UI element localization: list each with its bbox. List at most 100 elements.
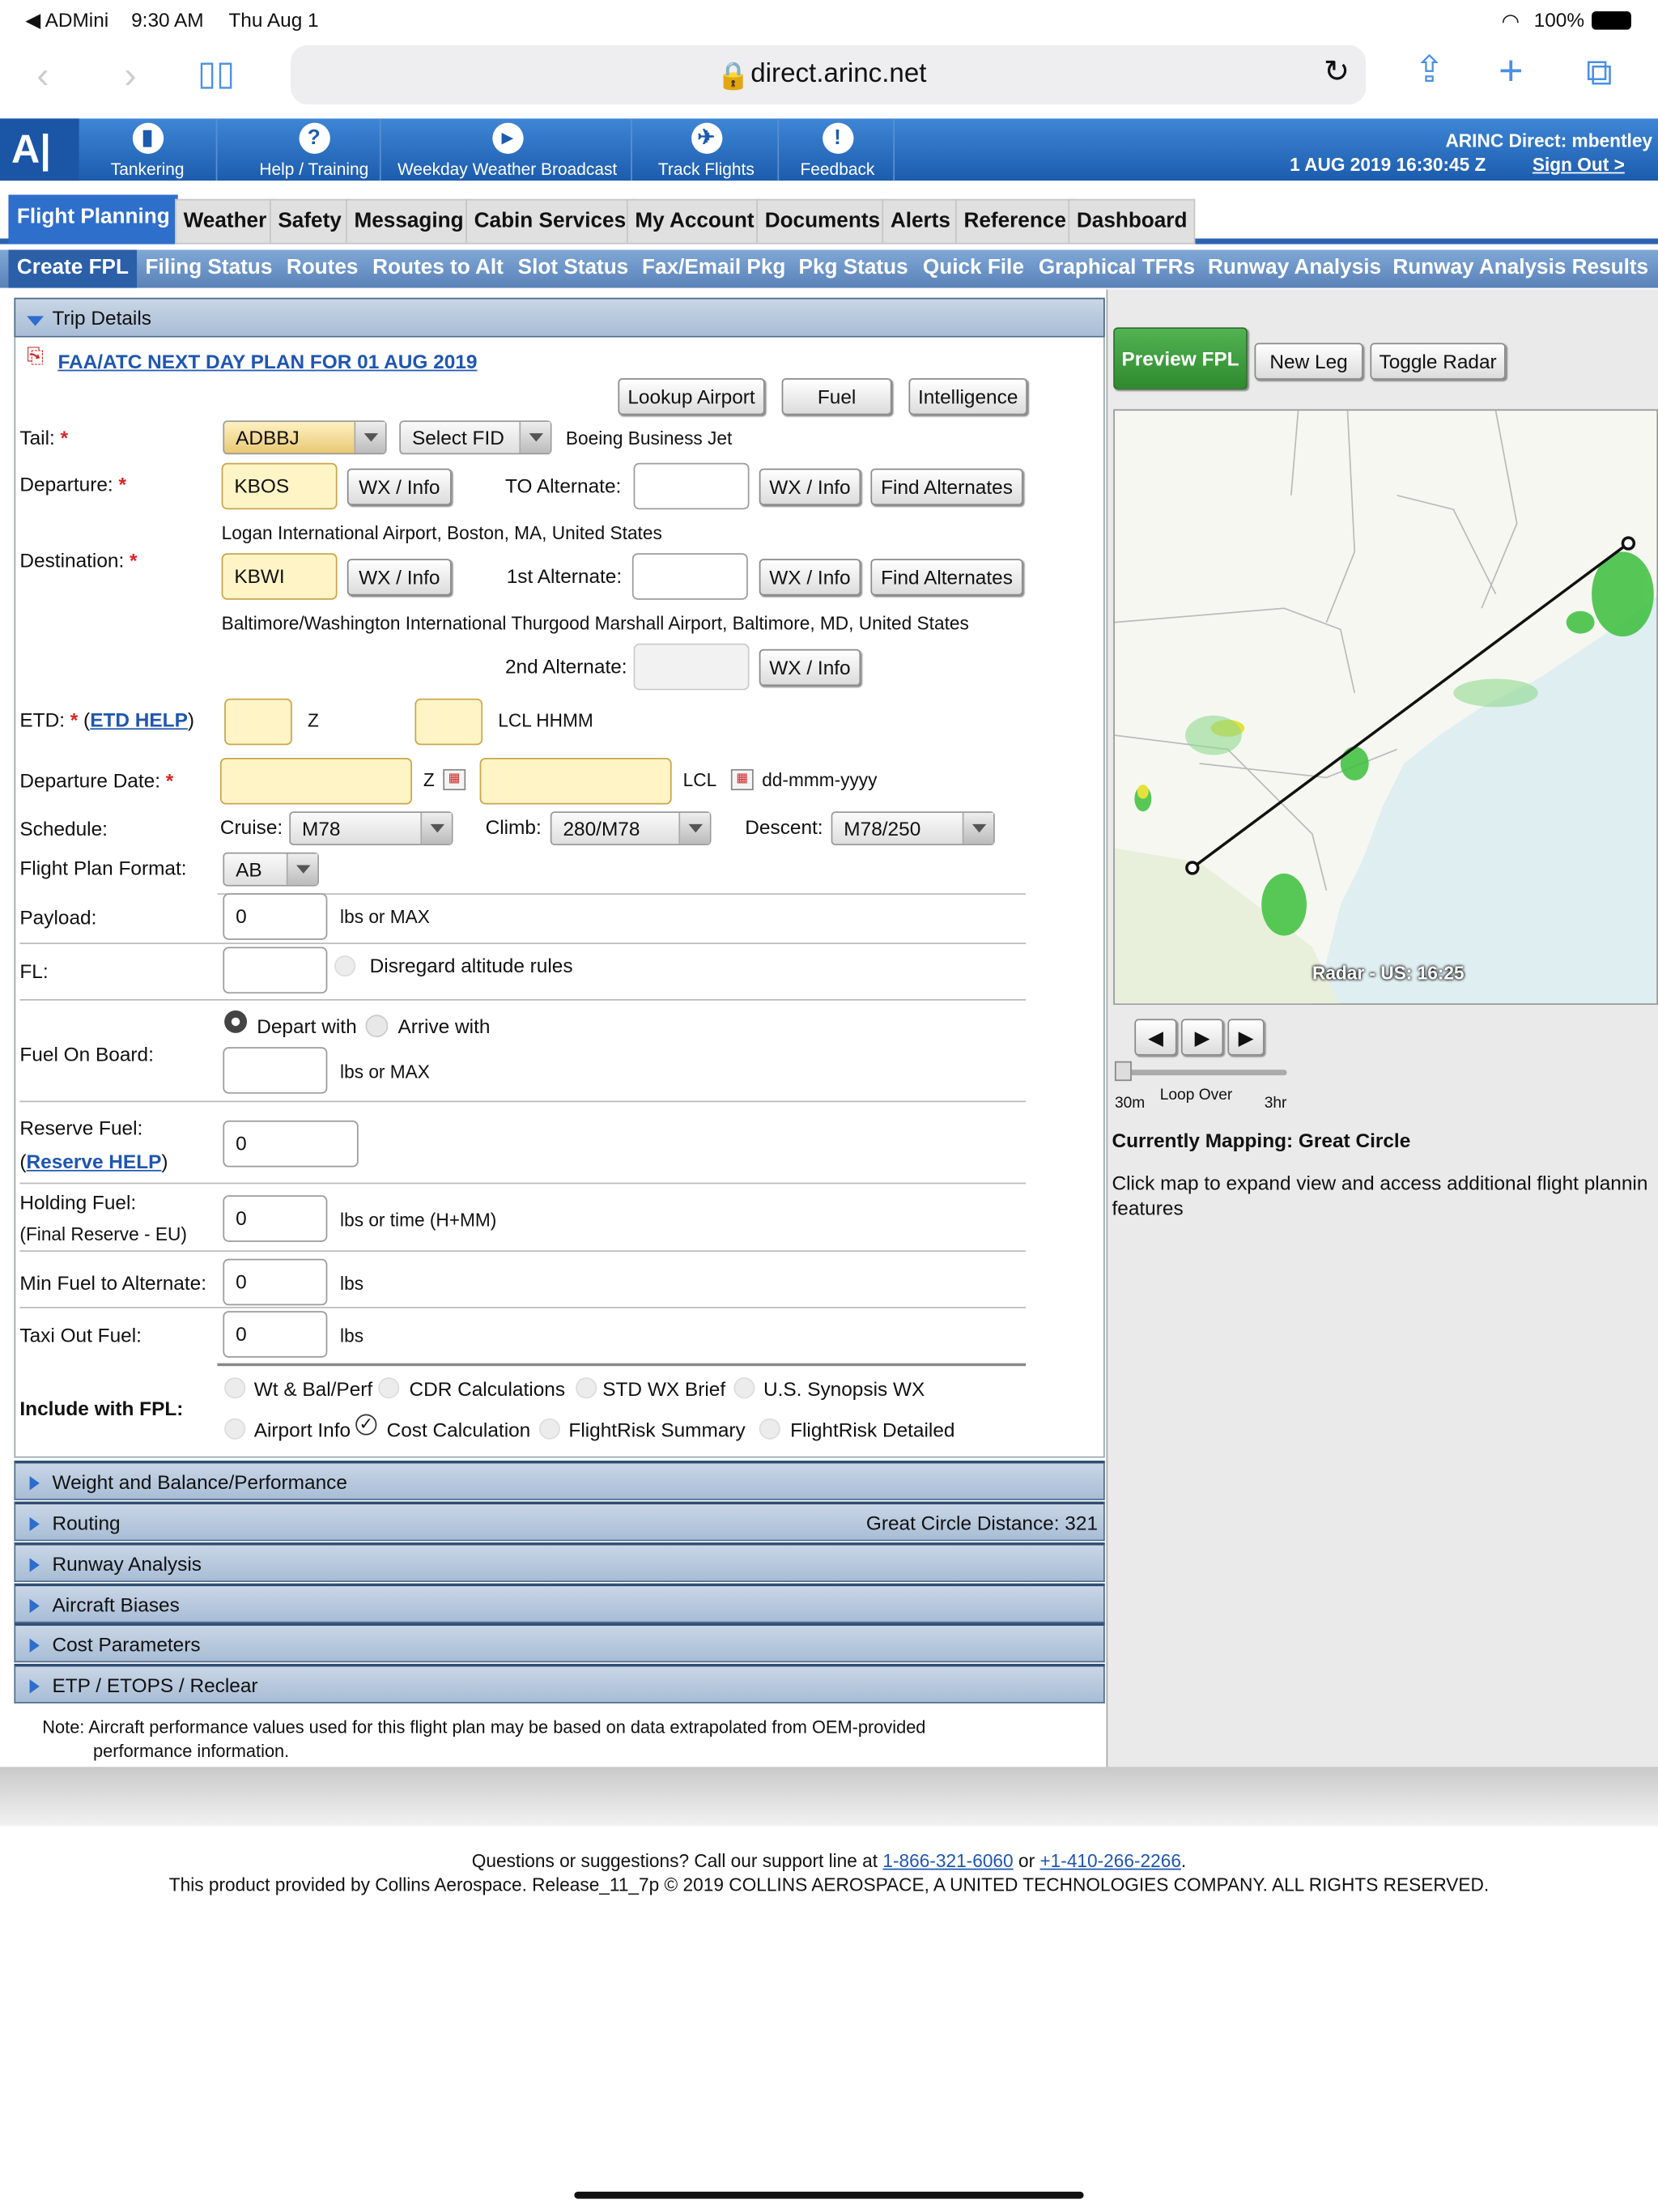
find-alternates-button[interactable]: Find Alternates: [870, 468, 1023, 505]
departure-input[interactable]: KBOS: [221, 462, 338, 510]
feedback-button[interactable]: ! Feedback: [782, 118, 895, 181]
help-training-button[interactable]: ? Help / Training: [249, 118, 381, 181]
cost-calc-checkbox[interactable]: ✓: [355, 1414, 377, 1436]
step-back-icon[interactable]: ◀: [1134, 1019, 1177, 1056]
departure-date-zulu-input[interactable]: [219, 757, 412, 805]
subtab-graphical-tfrs[interactable]: Graphical TFRs: [1039, 250, 1195, 288]
departure-wx-info-button[interactable]: WX / Info: [346, 468, 452, 505]
weather-broadcast-button[interactable]: ▸ Weekday Weather Broadcast: [384, 118, 632, 181]
toggle-radar-button[interactable]: Toggle Radar: [1370, 342, 1506, 380]
back-to-app[interactable]: ◀ ADMini: [25, 8, 108, 32]
subtab-runway-results[interactable]: Runway Analysis Results: [1392, 250, 1648, 288]
flightrisk-detailed-checkbox[interactable]: [759, 1418, 780, 1440]
support-phone-2[interactable]: +1-410-266-2266: [1039, 1850, 1180, 1871]
tab-alerts[interactable]: Alerts: [882, 198, 959, 245]
calendar-icon[interactable]: ▦: [443, 768, 466, 791]
depart-with-radio[interactable]: [224, 1010, 248, 1033]
new-leg-button[interactable]: New Leg: [1254, 342, 1363, 380]
destination-input[interactable]: KBWI: [221, 553, 338, 600]
subtab-pkg-status[interactable]: Pkg Status: [799, 250, 908, 288]
reload-icon[interactable]: ↻: [1324, 53, 1350, 90]
cdr-checkbox[interactable]: [378, 1377, 400, 1399]
lookup-airport-button[interactable]: Lookup Airport: [618, 378, 765, 415]
tankering-button[interactable]: ▮ Tankering: [79, 118, 218, 181]
subtab-create-fpl[interactable]: Create FPL: [8, 249, 138, 288]
to-alt-wx-info-button[interactable]: WX / Info: [759, 468, 861, 505]
us-synopsis-checkbox[interactable]: [733, 1377, 755, 1399]
subtab-filing-status[interactable]: Filing Status: [146, 250, 273, 288]
sign-out-link[interactable]: Sign Out >: [1533, 154, 1625, 175]
etd-local-input[interactable]: [414, 698, 483, 746]
subtab-runway-analysis[interactable]: Runway Analysis: [1208, 250, 1381, 288]
fuel-on-board-input[interactable]: [223, 1047, 328, 1094]
section-aircraft-biases[interactable]: Aircraft Biases: [14, 1583, 1105, 1623]
loop-slider-handle[interactable]: [1114, 1061, 1132, 1082]
loop-slider[interactable]: [1117, 1070, 1287, 1076]
tab-reference[interactable]: Reference: [954, 198, 1075, 245]
intelligence-button[interactable]: Intelligence: [908, 378, 1027, 415]
payload-input[interactable]: 0: [223, 893, 328, 940]
tab-safety[interactable]: Safety: [269, 198, 351, 245]
section-runway-analysis[interactable]: Runway Analysis: [14, 1542, 1105, 1582]
std-wx-checkbox[interactable]: [576, 1377, 597, 1399]
alt1-wx-info-button[interactable]: WX / Info: [759, 559, 861, 596]
section-weight-balance[interactable]: Weight and Balance/Performance: [14, 1460, 1105, 1500]
section-routing[interactable]: Routing Great Circle Distance: 321: [14, 1501, 1105, 1542]
tab-flight-planning[interactable]: Flight Planning: [8, 194, 179, 245]
subtab-fax-email[interactable]: Fax/Email Pkg: [642, 250, 785, 288]
back-icon[interactable]: ‹: [36, 53, 49, 97]
subtab-quick-file[interactable]: Quick File: [923, 250, 1024, 288]
min-fuel-input[interactable]: 0: [223, 1258, 328, 1306]
step-forward-icon[interactable]: ▶: [1227, 1019, 1265, 1056]
select-fid[interactable]: Select FID: [399, 420, 552, 455]
disregard-altitude-checkbox[interactable]: [334, 955, 356, 977]
next-day-plan-link[interactable]: FAA/ATC NEXT DAY PLAN FOR 01 AUG 2019: [57, 350, 477, 372]
forward-icon[interactable]: ›: [124, 53, 136, 97]
home-indicator[interactable]: [574, 2191, 1084, 2199]
climb-select[interactable]: 280/M78: [550, 811, 712, 846]
first-alternate-input[interactable]: [631, 553, 748, 600]
fl-input[interactable]: [223, 946, 328, 994]
cruise-select[interactable]: M78: [289, 811, 453, 846]
section-cost-parameters[interactable]: Cost Parameters: [14, 1623, 1105, 1663]
subtab-routes[interactable]: Routes: [287, 250, 359, 288]
support-phone-1[interactable]: 1-866-321-6060: [882, 1850, 1013, 1871]
holding-fuel-input[interactable]: 0: [223, 1195, 328, 1242]
bookmarks-icon[interactable]: ▯▯: [198, 53, 235, 95]
fuel-button[interactable]: Fuel: [781, 378, 892, 415]
subtab-routes-to-alt[interactable]: Routes to Alt: [372, 250, 504, 288]
etd-help-link[interactable]: ETD HELP: [90, 708, 188, 731]
tab-messaging[interactable]: Messaging: [346, 198, 473, 245]
wt-bal-checkbox[interactable]: [224, 1377, 246, 1399]
arrive-with-radio[interactable]: [365, 1015, 389, 1038]
flight-plan-format-select[interactable]: AB: [223, 852, 319, 887]
play-icon[interactable]: ▶: [1180, 1019, 1224, 1056]
radar-map[interactable]: Radar - US: 16:25: [1113, 409, 1658, 1006]
url-bar[interactable]: 🔒 direct.arinc.net ↻: [291, 45, 1367, 104]
descent-select[interactable]: M78/250: [831, 811, 995, 846]
tab-documents[interactable]: Documents: [756, 198, 889, 245]
tab-weather[interactable]: Weather: [175, 198, 275, 245]
tab-dashboard[interactable]: Dashboard: [1068, 198, 1196, 245]
trip-details-header[interactable]: Trip Details: [14, 297, 1105, 338]
second-alternate-input[interactable]: [633, 643, 750, 691]
tab-cabin-services[interactable]: Cabin Services: [466, 198, 635, 245]
new-tab-icon[interactable]: +: [1499, 48, 1524, 96]
share-icon[interactable]: ⇪: [1414, 48, 1444, 91]
find-alternates-button-2[interactable]: Find Alternates: [870, 559, 1023, 596]
taxi-out-input[interactable]: 0: [223, 1311, 328, 1358]
airport-info-checkbox[interactable]: [224, 1418, 246, 1440]
to-alternate-input[interactable]: [633, 462, 750, 510]
etd-zulu-input[interactable]: [224, 698, 292, 746]
tabs-icon[interactable]: ⧉: [1586, 51, 1612, 96]
preview-fpl-button[interactable]: Preview FPL: [1113, 327, 1248, 390]
flightrisk-summary-checkbox[interactable]: [538, 1418, 560, 1440]
reserve-help-link[interactable]: Reserve HELP: [27, 1151, 162, 1173]
section-etp-etops[interactable]: ETP / ETOPS / Reclear: [14, 1663, 1105, 1704]
tail-select[interactable]: ADBBJ: [223, 420, 387, 455]
track-flights-button[interactable]: ✈ Track Flights: [635, 118, 780, 181]
tab-my-account[interactable]: My Account: [626, 198, 763, 245]
alt2-wx-info-button[interactable]: WX / Info: [759, 649, 861, 687]
subtab-slot-status[interactable]: Slot Status: [518, 250, 629, 288]
calendar-icon[interactable]: ▦: [730, 768, 754, 791]
